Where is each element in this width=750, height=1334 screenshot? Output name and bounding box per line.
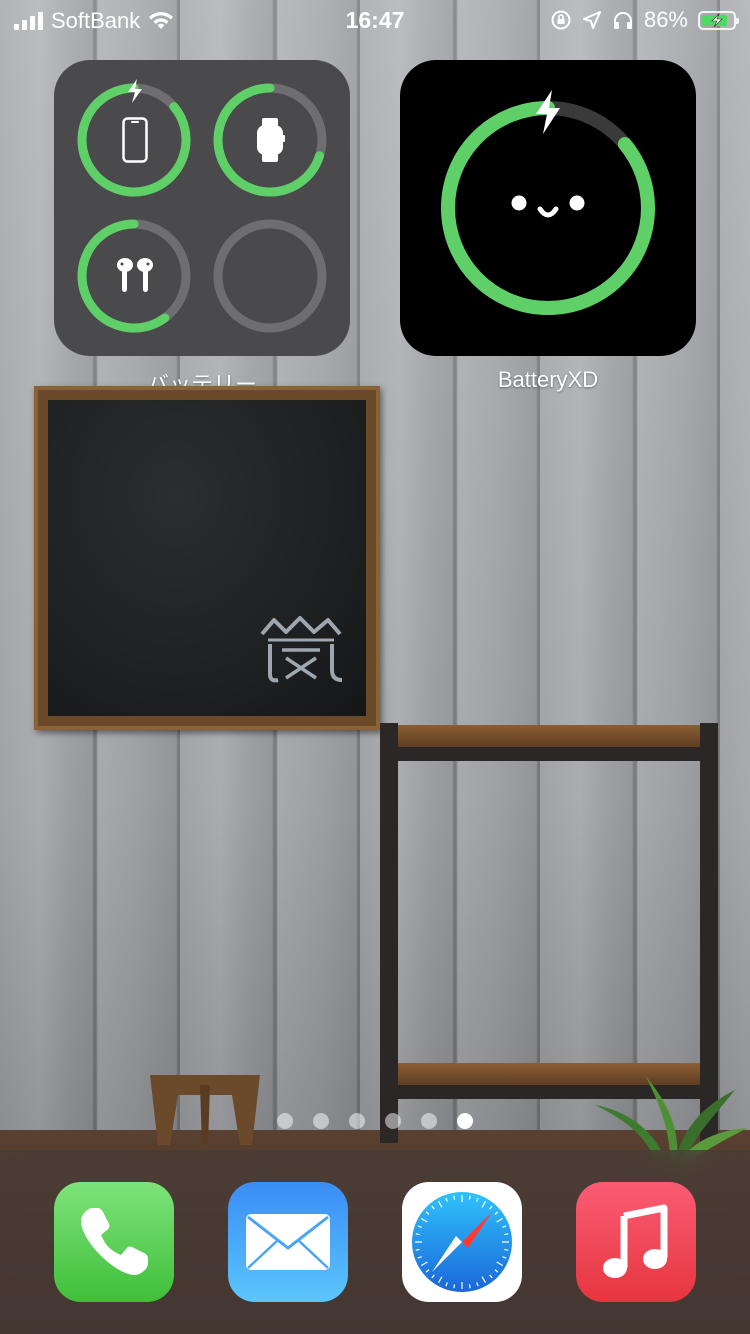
phone-icon [80,1208,148,1276]
battery-percent: 86% [643,7,688,32]
iphone-icon [122,117,148,163]
mail-icon [246,1214,330,1270]
music-app-icon[interactable] [576,1182,696,1302]
status-bar-right: 86% [550,7,739,33]
location-arrow-icon [582,11,601,29]
safari-app-icon[interactable] [402,1182,522,1302]
status-bar: SoftBank 16:47 86% [0,0,750,40]
wallpaper-chalkboard [34,386,380,730]
page-dot[interactable] [349,1113,365,1129]
wallpaper-stool [150,1075,260,1145]
page-dot[interactable] [385,1113,401,1129]
batteryxd-widget-label: BatteryXD [497,367,599,392]
empty-battery-ring [213,219,327,333]
music-note-icon [603,1204,668,1278]
chalk-logo-mark [260,616,343,683]
airpods-icon [117,258,153,292]
safari-compass-icon [412,1192,512,1292]
batteries-widget[interactable] [54,60,350,356]
smiley-face-icon [511,195,585,218]
headphones-icon [613,12,632,29]
battery-charging-icon [698,10,739,30]
charging-bolt-icon [536,90,560,134]
page-dot[interactable] [421,1113,437,1129]
page-dot[interactable] [277,1113,293,1129]
battery-ring-track [213,219,327,333]
page-indicator[interactable] [0,1113,750,1129]
batteryxd-widget[interactable] [400,60,696,356]
mail-app-icon[interactable] [228,1182,348,1302]
phone-app-icon[interactable] [54,1182,174,1302]
page-dot[interactable] [457,1113,473,1129]
charging-bolt-icon [128,79,142,103]
orientation-lock-icon [551,10,571,30]
page-dot[interactable] [313,1113,329,1129]
apple-watch-icon [257,118,285,162]
